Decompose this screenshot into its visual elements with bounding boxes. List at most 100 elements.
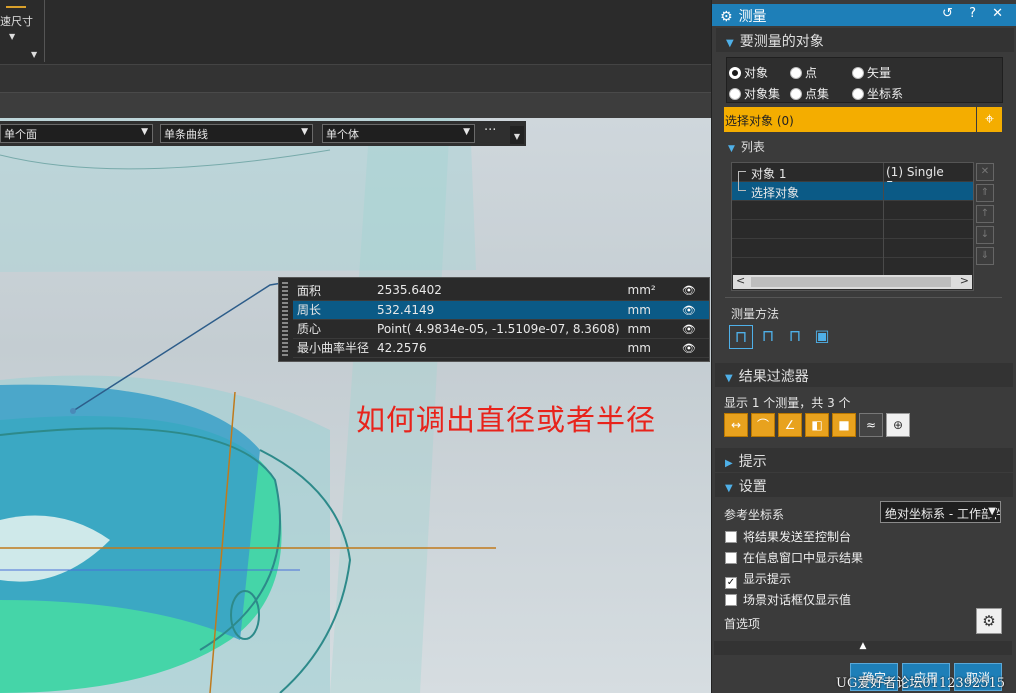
radio-dot bbox=[729, 67, 741, 79]
section-hint-header[interactable]: ▶ 提示 bbox=[715, 448, 1013, 472]
ref-coord-select[interactable]: 绝对坐标系 - 工作部件 ▼ bbox=[880, 501, 1001, 523]
move-down-icon[interactable]: ↓ bbox=[976, 226, 994, 244]
column-divider bbox=[883, 163, 884, 182]
filter-dropdown-button[interactable]: ▼ bbox=[510, 126, 524, 144]
scrollbar-thumb[interactable] bbox=[751, 277, 951, 287]
add-filter-icon[interactable]: ⊕ bbox=[886, 413, 910, 437]
chevron-down-icon: ▼ bbox=[141, 127, 148, 137]
section-filter-header[interactable]: ▼ 结果过滤器 bbox=[715, 363, 1013, 387]
column-divider bbox=[883, 220, 884, 239]
radio-csys[interactable]: 坐标系 bbox=[852, 85, 903, 102]
result-unit: mm² bbox=[623, 281, 669, 301]
checkbox-values-only[interactable]: 场景对话框仅显示值 bbox=[725, 591, 851, 608]
checkbox-label: 在信息窗口中显示结果 bbox=[743, 551, 864, 565]
curve-filter-select[interactable]: 单条曲线 ▼ bbox=[160, 124, 313, 143]
result-row[interactable]: 面积 2535.6402 mm² 👁 bbox=[293, 281, 709, 301]
radio-vector[interactable]: 矢量 bbox=[852, 64, 891, 81]
radio-label: 对象集 bbox=[744, 87, 781, 101]
dialog-title-controls[interactable]: ↺ ? ✕ bbox=[942, 6, 1009, 21]
crosshair-icon[interactable]: ⌖ bbox=[977, 107, 1002, 132]
checkbox-label: 场景对话框仅显示值 bbox=[743, 593, 852, 607]
section-settings-header[interactable]: ▼ 设置 bbox=[715, 473, 1013, 497]
volume-filter-icon[interactable]: ■ bbox=[832, 413, 856, 437]
face-filter-value: 单个面 bbox=[4, 128, 37, 141]
radio-object[interactable]: 对象 bbox=[729, 64, 768, 81]
result-name: 质心 bbox=[293, 319, 374, 339]
chevron-right-icon[interactable]: > bbox=[960, 274, 969, 287]
checkbox-show-hint[interactable]: ✓ 显示提示 bbox=[725, 570, 791, 589]
expand-triangle-icon: ▶ bbox=[725, 458, 733, 469]
radio-dot bbox=[790, 67, 802, 79]
distance-filter-icon[interactable]: ↔ bbox=[724, 413, 748, 437]
screen-distance-icon[interactable]: ⊓ bbox=[783, 325, 807, 349]
curvature-filter-icon[interactable]: ≈ bbox=[859, 413, 883, 437]
move-bottom-icon[interactable]: ⇓ bbox=[976, 247, 994, 265]
checkbox-info-window[interactable]: 在信息窗口中显示结果 bbox=[725, 549, 863, 566]
list-header-label: 列表 bbox=[740, 140, 765, 154]
quick-dimension-label[interactable]: 速尺寸 bbox=[0, 13, 33, 29]
section-hint-title: 提示 bbox=[738, 454, 767, 470]
checkbox-label: 将结果发送至控制台 bbox=[743, 530, 852, 544]
move-up-icon[interactable]: ↑ bbox=[976, 205, 994, 223]
visibility-icon[interactable]: 👁 bbox=[668, 300, 709, 320]
radio-label: 对象 bbox=[744, 66, 769, 80]
length-method-icon[interactable]: ▣ bbox=[810, 325, 834, 349]
arc-filter-icon[interactable]: ⌒ bbox=[751, 413, 775, 437]
list-item[interactable]: 对象 1 (1) Single Face bbox=[732, 163, 973, 193]
section-objects-header[interactable]: ▼ 要测量的对象 bbox=[716, 28, 1014, 52]
list-item[interactable]: 选择对象 bbox=[732, 172, 973, 201]
body-filter-value: 单个体 bbox=[326, 128, 359, 141]
drag-handle[interactable] bbox=[282, 282, 288, 358]
section-objects-title: 要测量的对象 bbox=[739, 34, 824, 50]
chevron-down-icon[interactable]: ▼ bbox=[9, 32, 15, 41]
collapse-dialog-bar[interactable]: ▲ bbox=[714, 641, 1012, 655]
angle-filter-icon[interactable]: ∠ bbox=[778, 413, 802, 437]
tree-connector bbox=[738, 171, 746, 172]
distance-method-icon[interactable]: ⊓ bbox=[729, 325, 753, 349]
visibility-icon[interactable]: 👁 bbox=[668, 338, 709, 358]
result-unit: mm bbox=[623, 300, 669, 320]
checkbox-box bbox=[725, 531, 737, 543]
select-object-field[interactable]: 选择对象 (0) bbox=[724, 107, 976, 132]
collapse-triangle-icon: ▼ bbox=[728, 144, 735, 154]
result-value: Point( 4.9834e-05, -1.5109e-07, 8.3608) bbox=[373, 319, 624, 339]
result-unit: mm bbox=[623, 338, 669, 358]
visibility-icon[interactable]: 👁 bbox=[668, 319, 709, 339]
list-item bbox=[732, 220, 973, 239]
ribbon-toolbar: 速尺寸 ▼ ▼ bbox=[0, 0, 711, 64]
move-top-icon[interactable]: ⇑ bbox=[976, 184, 994, 202]
radio-label: 点 bbox=[805, 66, 818, 80]
collapse-triangle-icon: ▼ bbox=[725, 373, 733, 384]
result-row[interactable]: 周长 532.4149 mm 👁 bbox=[293, 300, 709, 320]
result-value: 532.4149 bbox=[373, 300, 624, 320]
body-filter-select[interactable]: 单个体 ▼ bbox=[322, 124, 475, 143]
chevron-down-icon[interactable]: ▼ bbox=[31, 50, 37, 59]
radio-point[interactable]: 点 bbox=[790, 64, 817, 81]
projected-distance-icon[interactable]: ⊓ bbox=[756, 325, 780, 349]
checkbox-box bbox=[725, 594, 737, 606]
face-filter-select[interactable]: 单个面 ▼ bbox=[0, 124, 153, 143]
preferences-icon[interactable]: ⚙ bbox=[976, 608, 1002, 634]
list-header[interactable]: ▼ 列表 bbox=[728, 138, 765, 155]
result-row[interactable]: 质心 Point( 4.9834e-05, -1.5109e-07, 8.3608… bbox=[293, 319, 709, 339]
radio-object-set[interactable]: 对象集 bbox=[729, 85, 780, 102]
object-list: 对象 1 (1) Single Face 选择对象 < > bbox=[731, 162, 974, 291]
result-name: 最小曲率半径 bbox=[293, 338, 374, 358]
section-settings-title: 设置 bbox=[738, 479, 767, 495]
area-filter-icon[interactable]: ◧ bbox=[805, 413, 829, 437]
radio-point-set[interactable]: 点集 bbox=[790, 85, 829, 102]
result-value: 42.2576 bbox=[373, 338, 624, 358]
checkmark-icon: ✓ bbox=[725, 577, 737, 589]
quick-dimension-icon[interactable] bbox=[6, 0, 26, 8]
horizontal-scrollbar[interactable]: < > bbox=[733, 274, 972, 289]
result-row[interactable]: 最小曲率半径 42.2576 mm 👁 bbox=[293, 338, 709, 358]
chevron-left-icon[interactable]: < bbox=[736, 274, 745, 287]
chevron-down-icon: ▼ bbox=[988, 506, 996, 517]
checkbox-box bbox=[725, 552, 737, 564]
remove-icon[interactable]: ✕ bbox=[976, 163, 994, 181]
result-value: 2535.6402 bbox=[373, 281, 624, 301]
checkbox-send-console[interactable]: 将结果发送至控制台 bbox=[725, 528, 851, 545]
more-filters-button[interactable]: ··· bbox=[484, 123, 496, 138]
column-divider bbox=[883, 182, 884, 201]
visibility-icon[interactable]: 👁 bbox=[668, 281, 709, 301]
